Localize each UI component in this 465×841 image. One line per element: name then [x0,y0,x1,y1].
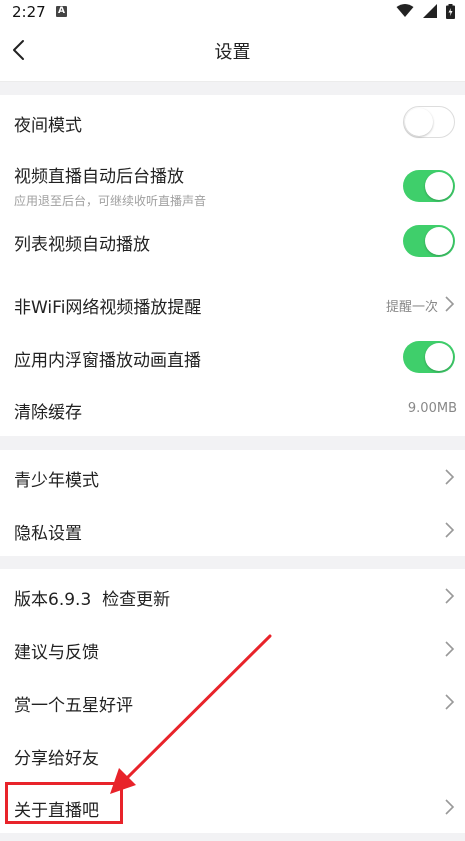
cache-size-value: 9.00MB [407,401,457,416]
chevron-right-icon [445,588,455,604]
setting-night-mode[interactable]: 夜间模式 [0,95,465,148]
annotation-highlight-box [5,782,123,824]
list-autoplay-toggle[interactable] [403,225,455,257]
setting-label: 非WiFi网络视频播放提醒 [14,298,202,318]
setting-label: 版本6.9.3 检查更新 [14,590,171,610]
page-title: 设置 [214,42,251,63]
setting-non-wifi-reminder[interactable]: 非WiFi网络视频播放提醒 提醒一次 [0,278,465,331]
setting-description: 应用退至后台，可继续收听直播声音 [14,194,207,208]
setting-label: 分享给好友 [14,749,99,769]
status-bar: 2:27 A [0,0,465,24]
toggle-knob [405,108,433,136]
toggle-knob [425,227,453,255]
chevron-right-icon [445,694,455,710]
chevron-right-icon [445,641,455,657]
setting-privacy[interactable]: 隐私设置 [0,503,465,556]
setting-label: 列表视频自动播放 [14,235,150,255]
setting-share[interactable]: 分享给好友 [0,728,465,781]
setting-clear-cache[interactable]: 清除缓存 9.00MB [0,384,465,436]
notification-a-icon: A [56,6,67,17]
background-play-toggle[interactable] [403,170,455,202]
chevron-right-icon [445,799,455,815]
setting-label: 清除缓存 [14,403,82,423]
settings-group-general: 夜间模式 视频直播自动后台播放 应用退至后台，可继续收听直播声音 列表视频自动播… [0,95,465,436]
setting-label: 视频直播自动后台播放 [14,167,184,187]
floating-window-toggle[interactable] [403,341,455,373]
setting-label: 赏一个五星好评 [14,696,133,716]
setting-floating-window[interactable]: 应用内浮窗播放动画直播 [0,331,465,384]
settings-group-privacy: 青少年模式 隐私设置 [0,450,465,556]
setting-rate-app[interactable]: 赏一个五星好评 [0,675,465,728]
app-header: 设置 [0,24,465,82]
setting-label: 应用内浮窗播放动画直播 [14,351,201,371]
setting-background-play[interactable]: 视频直播自动后台播放 应用退至后台，可继续收听直播声音 [0,148,465,215]
signal-icon [423,4,438,18]
setting-value: 提醒一次 [385,300,438,315]
toggle-knob [425,172,453,200]
toggle-knob [425,343,453,371]
setting-teen-mode[interactable]: 青少年模式 [0,450,465,503]
status-icons [396,4,455,22]
setting-list-autoplay[interactable]: 列表视频自动播放 [0,215,465,268]
setting-label: 建议与反馈 [14,643,99,663]
chevron-right-icon [445,296,455,312]
setting-label: 青少年模式 [14,471,99,491]
battery-icon [446,4,455,19]
chevron-right-icon [445,522,455,538]
wifi-icon [396,4,414,17]
setting-label: 隐私设置 [14,524,82,544]
setting-label: 夜间模式 [14,116,82,136]
night-mode-toggle[interactable] [403,106,455,138]
setting-check-update[interactable]: 版本6.9.3 检查更新 [0,569,465,622]
status-time: 2:27 [12,3,46,21]
chevron-right-icon [445,469,455,485]
setting-feedback[interactable]: 建议与反馈 [0,622,465,675]
